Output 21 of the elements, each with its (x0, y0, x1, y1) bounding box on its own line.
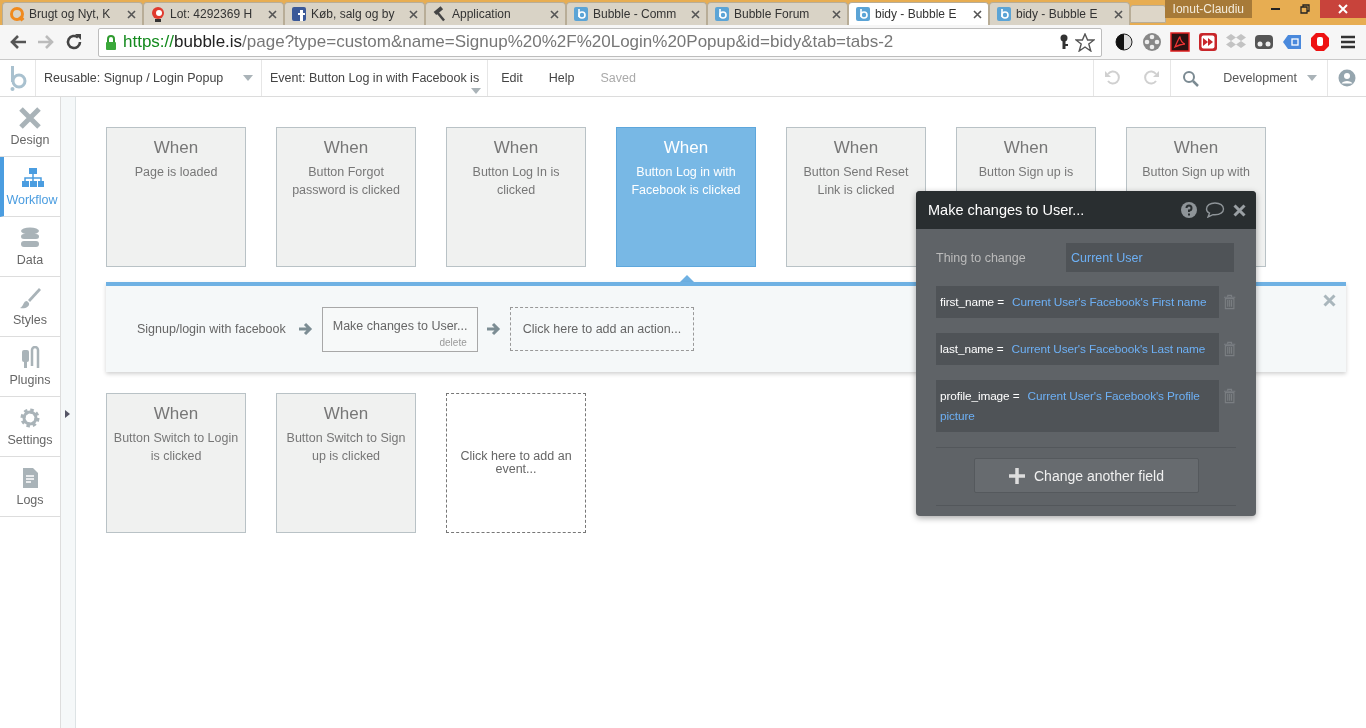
event-label: Button Log in with Facebook is clicked (630, 164, 742, 199)
event-when: When (152, 138, 200, 158)
event-when: When (152, 404, 200, 424)
field-label: Thing to change (936, 250, 1027, 265)
event-when: When (322, 404, 370, 424)
event-when: When (662, 138, 710, 158)
event-label: Button Forgot password is clicked (291, 164, 401, 199)
event-label: Button Switch to Sign up is clicked (285, 430, 407, 465)
event-label: Page is loaded (133, 164, 219, 181)
event-label: Button Sign up is (977, 164, 1075, 181)
event-when: When (1172, 138, 1220, 158)
popup-title: Make changes to User... (928, 202, 1086, 218)
event-when: When (832, 138, 880, 158)
event-when: When (1002, 138, 1050, 158)
event-label: Button Send Reset Link is clicked (802, 164, 910, 199)
event-when: When (322, 138, 370, 158)
event-label: Button Switch to Login is clicked (113, 430, 239, 465)
workflow-name: Signup/login with facebook (137, 322, 286, 336)
event-label: Button Log In is clicked (471, 164, 561, 199)
event-label: Button Sign up with (1141, 164, 1251, 181)
event-when: When (492, 138, 540, 158)
